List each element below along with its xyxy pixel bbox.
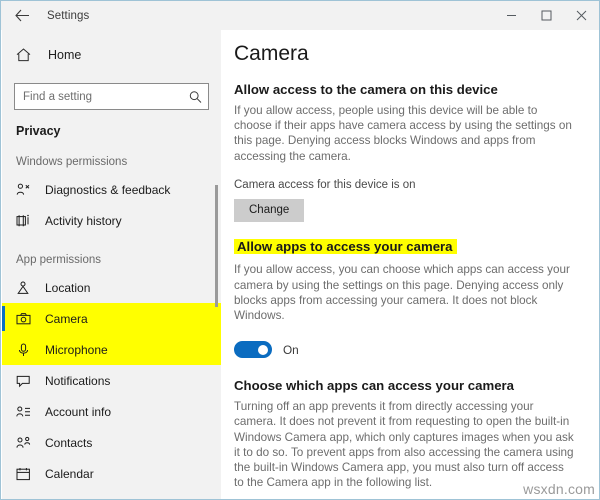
contacts-icon [16,436,36,450]
maximize-button[interactable] [529,1,564,30]
sidebar-item-account-info[interactable]: Account info [2,396,221,427]
apps-access-description: If you allow access, you can choose whic… [234,263,570,322]
sidebar-item-notifications[interactable]: Notifications [2,365,221,396]
sidebar-item-label: Activity history [45,213,122,228]
back-arrow-icon [14,9,30,22]
sidebar-item-label: Contacts [45,435,93,450]
sidebar-home-label: Home [48,48,82,62]
account-info-icon [16,405,36,419]
apps-access-toggle-state: On [283,342,299,357]
calendar-icon [16,467,36,481]
sidebar-item-microphone[interactable]: Microphone [2,334,221,365]
choose-apps-heading: Choose which apps can access your camera [234,378,514,394]
device-access-heading: Allow access to the camera on this devic… [234,82,498,97]
watermark: wsxdn.com [523,481,595,497]
back-button[interactable] [1,1,43,30]
location-icon [16,281,36,295]
window-title: Settings [47,9,90,22]
toggle-knob [258,344,268,355]
sidebar-item-label: Camera [45,311,88,326]
sidebar-item-home[interactable]: Home [2,38,221,72]
sidebar-item-diagnostics-feedback[interactable]: Diagnostics & feedback [2,174,221,205]
sidebar: Home Privacy Windows permissions [2,30,221,499]
maximize-icon [541,10,552,21]
microphone-icon [16,343,36,357]
sidebar-item-label: Calendar [45,466,94,481]
sidebar-item-label: Microphone [45,342,108,357]
apps-access-toggle[interactable] [234,341,272,359]
device-access-status: Camera access for this device is on [234,178,416,191]
sidebar-item-label: Diagnostics & feedback [45,182,171,197]
sidebar-item-label: Account info [45,404,112,419]
search-input[interactable] [15,84,208,109]
minimize-icon [506,10,517,21]
sidebar-group-header-windows-permissions: Windows permissions [16,156,128,168]
sidebar-item-calendar[interactable]: Calendar [2,458,221,489]
choose-apps-description: Turning off an app prevents it from dire… [234,400,574,490]
notifications-icon [16,374,36,388]
apps-access-heading: Allow apps to access your camera [234,239,457,255]
sidebar-item-contacts[interactable]: Contacts [2,427,221,458]
settings-window: Settings Home Find a setting Privacy Win… [0,0,600,500]
change-button[interactable]: Change [234,198,305,223]
sidebar-item-camera[interactable]: Camera [2,303,221,334]
sidebar-section-title: Privacy [16,124,61,138]
apps-access-heading-wrap: Allow apps to access your camera [221,222,599,256]
sidebar-item-label: Location [45,280,91,295]
minimize-button[interactable] [494,1,529,30]
apps-access-toggle-row[interactable]: On [221,323,599,359]
close-icon [576,10,587,21]
home-icon [16,48,40,62]
page-title: Camera [234,42,309,65]
window-controls [494,1,599,30]
title-bar: Settings [1,1,599,30]
diagnostics-icon [16,183,36,197]
activity-history-icon [16,214,36,228]
close-button[interactable] [564,1,599,30]
device-access-description: If you allow access, people using this d… [234,104,572,163]
sidebar-scrollbar-thumb[interactable] [215,185,218,307]
search-icon[interactable] [189,90,202,103]
main-content: Camera Allow access to the camera on thi… [221,30,599,499]
sidebar-item-label: Notifications [45,373,111,388]
sidebar-item-location[interactable]: Location [2,272,221,303]
camera-icon [16,312,36,326]
sidebar-item-activity-history[interactable]: Activity history [2,205,221,236]
sidebar-group-header-app-permissions: App permissions [16,254,102,266]
search-box[interactable] [14,83,209,110]
